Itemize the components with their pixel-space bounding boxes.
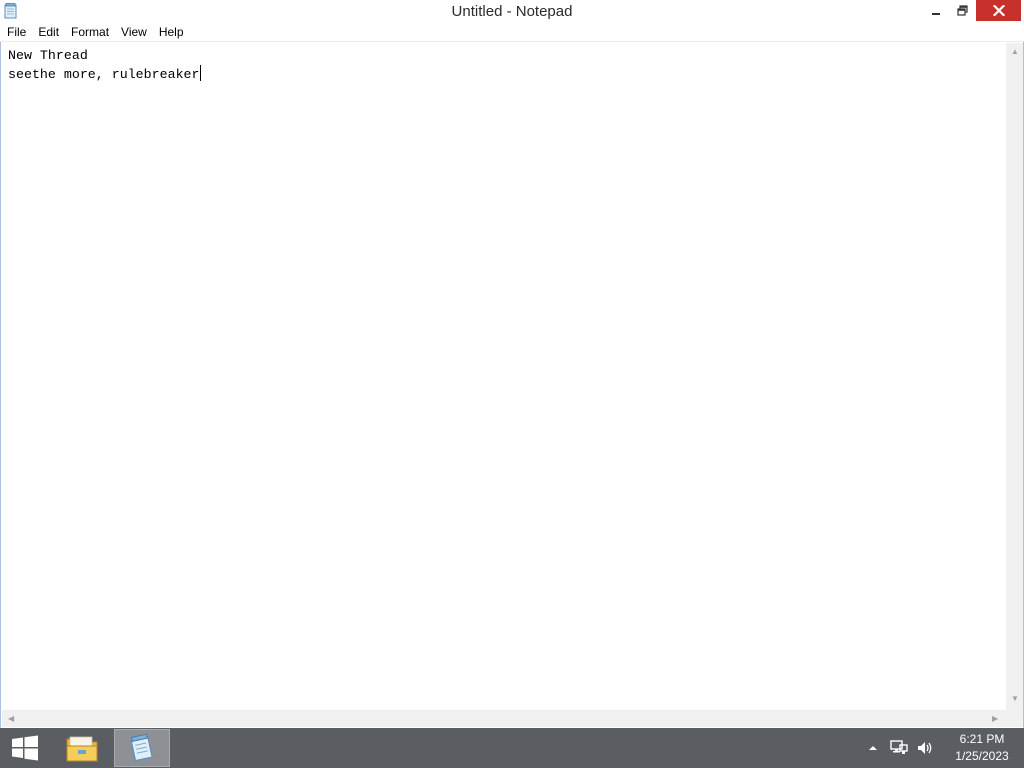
close-button[interactable] [976, 0, 1021, 21]
text-editor[interactable]: New Thread seethe more, rulebreaker [2, 43, 1006, 710]
network-button[interactable] [888, 728, 910, 768]
start-button[interactable] [0, 728, 50, 768]
menu-view[interactable]: View [116, 23, 152, 42]
clock-time: 6:21 PM [959, 732, 1005, 746]
folder-icon [66, 736, 98, 762]
menu-bar: File Edit Format View Help [0, 23, 1024, 42]
windows-logo-icon [12, 735, 38, 761]
clock-date: 1/25/2023 [955, 749, 1009, 763]
taskbar-file-explorer[interactable] [54, 729, 110, 767]
text-caret [199, 65, 201, 81]
editor-line: New Thread [8, 48, 88, 63]
horizontal-scrollbar[interactable]: ◀ ▶ [2, 710, 1006, 727]
scroll-up-icon[interactable]: ▲ [1011, 48, 1019, 56]
restore-button[interactable] [949, 0, 976, 21]
menu-file[interactable]: File [2, 23, 31, 42]
chevron-up-icon [869, 746, 877, 750]
scroll-down-icon[interactable]: ▼ [1011, 695, 1019, 703]
system-tray: 6:21 PM 1/25/2023 [862, 728, 1024, 768]
speaker-icon [918, 742, 932, 754]
close-icon [992, 5, 1005, 16]
restore-icon [957, 5, 968, 16]
minimize-icon [931, 12, 940, 15]
notepad-icon [130, 733, 153, 762]
minimize-button[interactable] [922, 0, 949, 21]
title-bar[interactable]: Untitled - Notepad [0, 0, 1024, 23]
taskbar: 6:21 PM 1/25/2023 [0, 728, 1024, 768]
show-hidden-icons-button[interactable] [862, 728, 884, 768]
taskbar-notepad[interactable] [114, 729, 170, 767]
menu-help[interactable]: Help [154, 23, 189, 42]
clock[interactable]: 6:21 PM 1/25/2023 [944, 731, 1020, 765]
vertical-scrollbar[interactable]: ▲ ▼ [1006, 43, 1023, 710]
window-title: Untitled - Notepad [451, 3, 573, 20]
menu-edit[interactable]: Edit [33, 23, 64, 42]
scrollbar-corner [1006, 710, 1023, 727]
editor-line: seethe more, rulebreaker [8, 67, 200, 82]
volume-button[interactable] [914, 728, 936, 768]
editor-frame: New Thread seethe more, rulebreaker ▲ ▼ … [0, 42, 1024, 728]
scroll-left-icon[interactable]: ◀ [8, 715, 14, 723]
menu-format[interactable]: Format [66, 23, 114, 42]
network-icon [890, 740, 908, 754]
scroll-right-icon[interactable]: ▶ [992, 715, 998, 723]
